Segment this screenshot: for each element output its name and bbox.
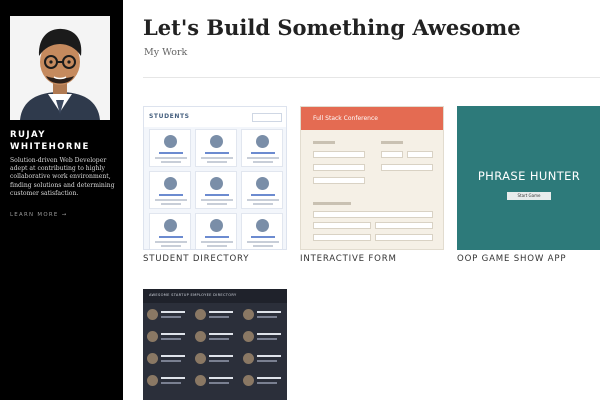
project-card-student-directory[interactable]: STUDENTS STUDENT DIRECTORY bbox=[143, 106, 287, 266]
employee-card bbox=[147, 307, 191, 324]
thumbnail-header-text: STUDENTS bbox=[149, 113, 190, 120]
project-card-employee-directory[interactable]: AWESOME STARTUP EMPLOYEE DIRECTORY bbox=[143, 289, 287, 400]
game-title: PHRASE HUNTER bbox=[477, 169, 581, 183]
project-caption[interactable]: STUDENT DIRECTORY bbox=[143, 254, 249, 264]
page-title: Let's Build Something Awesome bbox=[143, 15, 521, 40]
employee-card bbox=[147, 351, 191, 368]
project-card-oop-game-show-app[interactable]: PHRASE HUNTER Start Game OOP GAME SHOW A… bbox=[457, 106, 600, 266]
project-caption[interactable]: INTERACTIVE FORM bbox=[300, 254, 397, 264]
student-card bbox=[149, 129, 191, 167]
thumbnail-header-text: AWESOME STARTUP EMPLOYEE DIRECTORY bbox=[149, 293, 237, 297]
learn-more-link[interactable]: LEARN MORE → bbox=[10, 212, 67, 218]
employee-card bbox=[147, 373, 191, 390]
employee-card bbox=[195, 351, 239, 368]
thumbnail-header: AWESOME STARTUP EMPLOYEE DIRECTORY bbox=[143, 289, 287, 303]
start-game-button: Start Game bbox=[507, 192, 551, 200]
divider bbox=[143, 77, 600, 78]
thumbnail-header-text: Full Stack Conference bbox=[313, 115, 378, 122]
employee-card bbox=[147, 329, 191, 346]
thumbnail-header: STUDENTS bbox=[144, 107, 286, 127]
avatar-illustration bbox=[10, 16, 110, 120]
student-card bbox=[195, 171, 237, 209]
employee-card bbox=[243, 373, 287, 390]
employee-card bbox=[195, 373, 239, 390]
employee-card bbox=[243, 329, 287, 346]
project-card-interactive-form[interactable]: Full Stack Conference INTERACTIVE FORM bbox=[300, 106, 444, 266]
employee-card bbox=[195, 307, 239, 324]
project-thumbnail[interactable]: PHRASE HUNTER Start Game bbox=[457, 106, 600, 250]
project-caption[interactable]: OOP GAME SHOW APP bbox=[457, 254, 566, 264]
project-thumbnail[interactable]: STUDENTS bbox=[143, 106, 287, 250]
project-thumbnail[interactable]: AWESOME STARTUP EMPLOYEE DIRECTORY bbox=[143, 289, 287, 400]
profile-name: RUJAY WHITEHORNE bbox=[10, 130, 90, 152]
student-card bbox=[195, 129, 237, 167]
employee-card bbox=[243, 351, 287, 368]
student-card bbox=[241, 171, 283, 209]
student-card bbox=[149, 213, 191, 249]
profile-bio: Solution-driven Web Developer adept at c… bbox=[10, 157, 115, 197]
employee-card bbox=[243, 307, 287, 324]
student-card bbox=[241, 129, 283, 167]
sidebar: RUJAY WHITEHORNE Solution-driven Web Dev… bbox=[0, 0, 123, 400]
thumbnail-search-box bbox=[252, 113, 282, 122]
student-card bbox=[241, 213, 283, 249]
student-card bbox=[149, 171, 191, 209]
employee-card bbox=[195, 329, 239, 346]
student-card bbox=[195, 213, 237, 249]
avatar bbox=[10, 16, 110, 120]
project-thumbnail[interactable]: Full Stack Conference bbox=[300, 106, 444, 250]
page-subtitle: My Work bbox=[144, 47, 188, 58]
thumbnail-header: Full Stack Conference bbox=[301, 107, 443, 130]
